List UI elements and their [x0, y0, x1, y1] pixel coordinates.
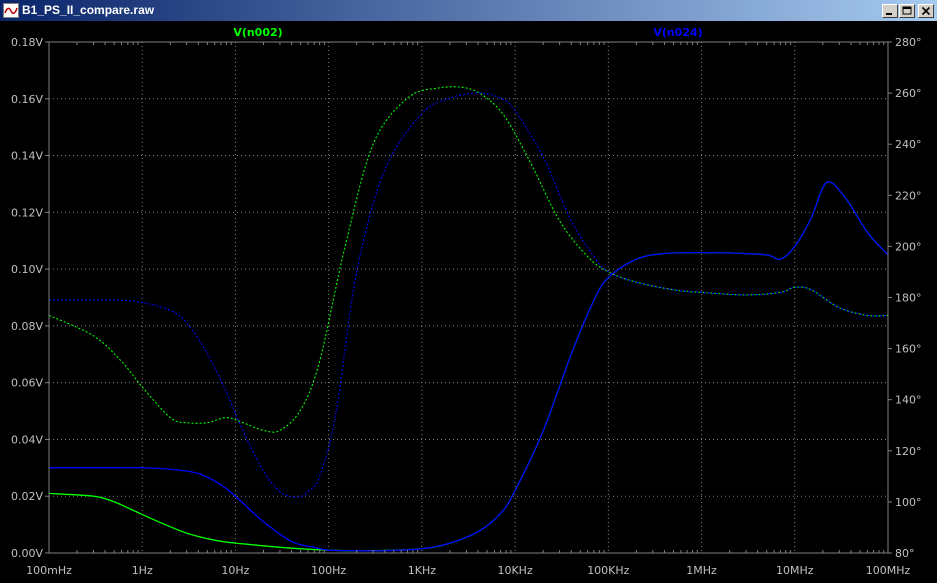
- y-right-tick-label: 200°: [895, 240, 922, 253]
- y-left-tick-label: 0.04V: [11, 433, 43, 446]
- y-right-tick-label: 80°: [895, 547, 915, 560]
- series-magnitude-vn002: [48, 181, 889, 552]
- minimize-icon: [886, 13, 892, 15]
- y-right-tick-label: 240°: [895, 138, 922, 151]
- y-right-tick-label: 260°: [895, 87, 922, 100]
- x-tick-label: 1Hz: [132, 564, 153, 577]
- y-left-tick-label: 0.16V: [11, 93, 43, 106]
- x-tick-label: 100MHz: [866, 564, 911, 577]
- plot-pane[interactable]: 100mHz 1Hz 10Hz 100Hz 1KHz 10KHz 100KHz 1MHz 10M…: [0, 21, 937, 583]
- x-tick-label: 100Hz: [311, 564, 346, 577]
- series-phase-vn024: [48, 92, 889, 498]
- y-left-tick-label: 0.18V: [11, 36, 43, 49]
- x-tick-label: 10KHz: [497, 564, 532, 577]
- plot-window: B1_PS_II_compare.raw 100mHz 1Hz 10Hz 100Hz 1…: [0, 0, 937, 583]
- series-magnitude-vn024: [48, 181, 889, 552]
- legend: V(n002) V(n024): [233, 26, 702, 39]
- x-tick-label: 1MHz: [686, 564, 717, 577]
- x-tick-label: 100mHz: [26, 564, 72, 577]
- window-title: B1_PS_II_compare.raw: [22, 3, 155, 17]
- y-left-tick-label: 0.08V: [11, 320, 43, 333]
- y-right-tick-label: 160°: [895, 343, 922, 356]
- y-right-tick-label: 280°: [895, 36, 922, 49]
- series-layer: [48, 86, 889, 552]
- y-left-tick-label: 0.00V: [11, 547, 43, 560]
- y-left-tick-label: 0.10V: [11, 263, 43, 276]
- y-right-tick-label: 120°: [895, 445, 922, 458]
- legend-label: V(n002): [233, 26, 282, 39]
- axes: 100mHz 1Hz 10Hz 100Hz 1KHz 10KHz 100KHz 1MHz 10M…: [11, 36, 922, 577]
- y-left-tick-label: 0.12V: [11, 206, 43, 219]
- x-tick-label: 10MHz: [776, 564, 814, 577]
- x-tick-label: 1KHz: [408, 564, 436, 577]
- minimize-button[interactable]: [882, 4, 898, 18]
- waveform-icon: [3, 3, 19, 18]
- legend-label: V(n024): [653, 26, 702, 39]
- series-phase-vn002: [48, 86, 889, 433]
- x-tick-label: 10Hz: [221, 564, 249, 577]
- plot-border: [48, 41, 889, 554]
- grid: [48, 42, 889, 553]
- y-left-tick-label: 0.14V: [11, 150, 43, 163]
- maximize-icon: [902, 6, 912, 15]
- close-icon: [921, 6, 931, 16]
- y-right-tick-label: 100°: [895, 496, 922, 509]
- y-right-tick-label: 180°: [895, 292, 922, 305]
- close-button[interactable]: [918, 4, 934, 18]
- x-tick-label: 100KHz: [587, 564, 629, 577]
- maximize-button[interactable]: [899, 4, 915, 18]
- y-right-tick-label: 220°: [895, 189, 922, 202]
- y-left-tick-label: 0.06V: [11, 377, 43, 390]
- y-right-tick-label: 140°: [895, 394, 922, 407]
- title-bar[interactable]: B1_PS_II_compare.raw: [0, 0, 937, 21]
- bode-plot[interactable]: 100mHz 1Hz 10Hz 100Hz 1KHz 10KHz 100KHz 1MHz 10M…: [0, 21, 937, 583]
- y-left-tick-label: 0.02V: [11, 490, 43, 503]
